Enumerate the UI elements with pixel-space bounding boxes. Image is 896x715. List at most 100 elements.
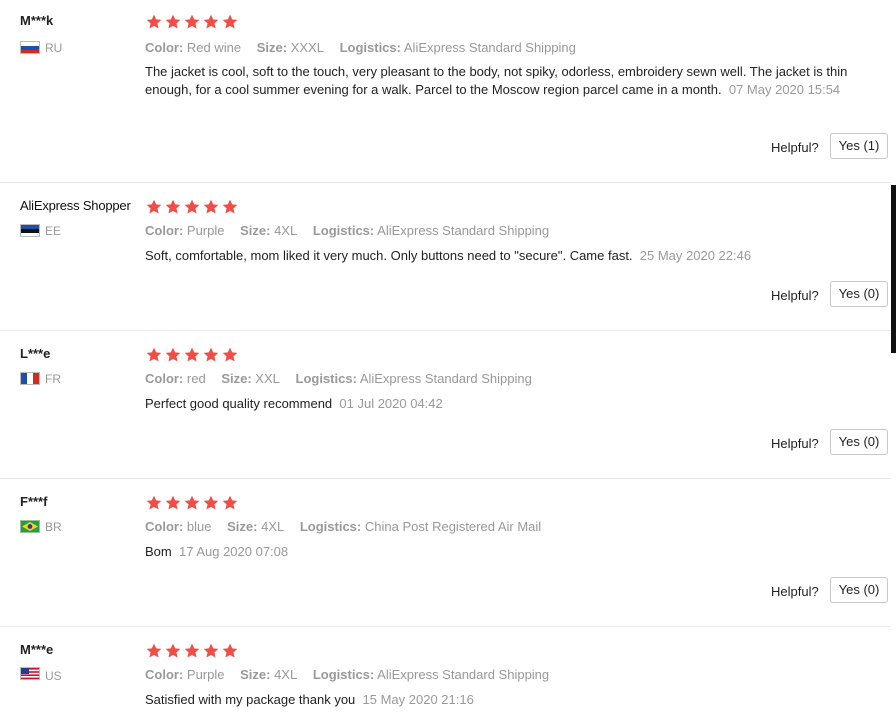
review-text: The jacket is cool, soft to the touch, v… bbox=[145, 63, 860, 99]
order-attributes: Color: blue Size: 4XL Logistics: China P… bbox=[145, 519, 541, 534]
helpful-label: Helpful? bbox=[771, 584, 819, 599]
star-icon bbox=[221, 642, 239, 660]
brazil-flag-icon bbox=[20, 520, 40, 533]
size-label: Size: bbox=[240, 223, 271, 238]
star-icon bbox=[145, 642, 163, 660]
star-icon bbox=[202, 198, 220, 216]
size-value: 4XL bbox=[261, 519, 285, 534]
review-text: Perfect good quality recommend 01 Jul 20… bbox=[145, 395, 860, 413]
logistics-label: Logistics: bbox=[339, 40, 401, 55]
star-icon bbox=[183, 13, 201, 31]
logistics-value: AliExpress Standard Shipping bbox=[377, 667, 550, 682]
star-icon bbox=[202, 13, 220, 31]
reviewer-country: US bbox=[45, 669, 62, 683]
reviewer-name: M***k bbox=[20, 13, 54, 28]
rating-stars bbox=[145, 494, 239, 512]
review-item: AliExpress Shopper EE Color: Purple Size… bbox=[0, 183, 890, 331]
helpful-label: Helpful? bbox=[771, 436, 819, 451]
star-icon bbox=[145, 13, 163, 31]
helpful-label: Helpful? bbox=[771, 140, 819, 155]
size-value: 4XL bbox=[274, 223, 298, 238]
color-label: Color: bbox=[145, 223, 184, 238]
review-body: Perfect good quality recommend bbox=[145, 396, 333, 411]
review-date: 07 May 2020 15:54 bbox=[728, 82, 841, 97]
color-value: Purple bbox=[186, 223, 225, 238]
russia-flag-icon bbox=[20, 41, 40, 54]
reviewer-name: AliExpress Shopper bbox=[20, 198, 131, 213]
review-date: 25 May 2020 22:46 bbox=[639, 248, 752, 263]
estonia-flag-icon bbox=[20, 224, 40, 237]
helpful-label: Helpful? bbox=[771, 288, 819, 303]
star-icon bbox=[145, 198, 163, 216]
star-icon bbox=[221, 494, 239, 512]
reviewer-name: F***f bbox=[20, 494, 48, 509]
logistics-value: China Post Registered Air Mail bbox=[364, 519, 542, 534]
review-item: F***f BR Color: blue Size: 4XL Logistics… bbox=[0, 479, 890, 627]
rating-stars bbox=[145, 13, 239, 31]
reviewer-name: M***e bbox=[20, 642, 54, 657]
star-icon bbox=[221, 346, 239, 364]
color-value: Red wine bbox=[186, 40, 242, 55]
color-label: Color: bbox=[145, 371, 184, 386]
logistics-label: Logistics: bbox=[295, 371, 357, 386]
star-icon bbox=[183, 494, 201, 512]
helpful-yes-button[interactable]: Yes (0) bbox=[830, 577, 888, 603]
helpful-yes-button[interactable]: Yes (0) bbox=[830, 429, 888, 455]
review-text: Soft, comfortable, mom liked it very muc… bbox=[145, 247, 860, 265]
star-icon bbox=[164, 642, 182, 660]
france-flag-icon bbox=[20, 372, 40, 385]
size-label: Size: bbox=[227, 519, 258, 534]
star-icon bbox=[164, 346, 182, 364]
star-icon bbox=[183, 642, 201, 660]
size-label: Size: bbox=[240, 667, 271, 682]
logistics-value: AliExpress Standard Shipping bbox=[403, 40, 576, 55]
color-label: Color: bbox=[145, 667, 184, 682]
review-date: 17 Aug 2020 07:08 bbox=[178, 544, 289, 559]
reviewer-country: FR bbox=[45, 372, 61, 386]
review-item: M***e US Color: Purple Size: 4XL Logisti… bbox=[0, 627, 890, 715]
reviewer-name: L***e bbox=[20, 346, 51, 361]
star-icon bbox=[183, 346, 201, 364]
order-attributes: Color: Red wine Size: XXXL Logistics: Al… bbox=[145, 40, 576, 55]
size-value: 4XL bbox=[274, 667, 298, 682]
order-attributes: Color: red Size: XXL Logistics: AliExpre… bbox=[145, 371, 532, 386]
logistics-value: AliExpress Standard Shipping bbox=[359, 371, 532, 386]
star-icon bbox=[202, 346, 220, 364]
logistics-value: AliExpress Standard Shipping bbox=[377, 223, 550, 238]
star-icon bbox=[145, 346, 163, 364]
color-value: blue bbox=[186, 519, 212, 534]
star-icon bbox=[221, 198, 239, 216]
scrollbar-thumb[interactable] bbox=[891, 185, 896, 353]
rating-stars bbox=[145, 346, 239, 364]
star-icon bbox=[145, 494, 163, 512]
order-attributes: Color: Purple Size: 4XL Logistics: AliEx… bbox=[145, 223, 549, 238]
size-value: XXL bbox=[255, 371, 280, 386]
review-text: Bom 17 Aug 2020 07:08 bbox=[145, 543, 860, 561]
review-item: M***k RU Color: Red wine Size: XXXL Logi… bbox=[0, 0, 890, 183]
logistics-label: Logistics: bbox=[312, 667, 375, 682]
logistics-label: Logistics: bbox=[312, 223, 375, 238]
rating-stars bbox=[145, 642, 239, 660]
star-icon bbox=[164, 198, 182, 216]
reviewer-country: BR bbox=[45, 520, 62, 534]
review-body: Soft, comfortable, mom liked it very muc… bbox=[145, 248, 633, 263]
review-date: 01 Jul 2020 04:42 bbox=[339, 396, 443, 411]
star-icon bbox=[164, 13, 182, 31]
reviewer-country: RU bbox=[45, 41, 63, 55]
reviewer-country: EE bbox=[45, 224, 62, 238]
rating-stars bbox=[145, 198, 239, 216]
size-value: XXXL bbox=[290, 40, 324, 55]
color-value: Purple bbox=[186, 667, 225, 682]
order-attributes: Color: Purple Size: 4XL Logistics: AliEx… bbox=[145, 667, 549, 682]
helpful-yes-button[interactable]: Yes (0) bbox=[830, 281, 888, 307]
color-value: red bbox=[186, 371, 206, 386]
helpful-yes-button[interactable]: Yes (1) bbox=[830, 133, 888, 159]
star-icon bbox=[221, 13, 239, 31]
review-item: L***e FR Color: red Size: XXL Logistics:… bbox=[0, 331, 890, 479]
size-label: Size: bbox=[221, 371, 252, 386]
logistics-label: Logistics: bbox=[299, 519, 362, 534]
reviews-list: M***k RU Color: Red wine Size: XXXL Logi… bbox=[0, 0, 896, 715]
star-icon bbox=[202, 494, 220, 512]
star-icon bbox=[183, 198, 201, 216]
size-label: Size: bbox=[256, 40, 288, 55]
